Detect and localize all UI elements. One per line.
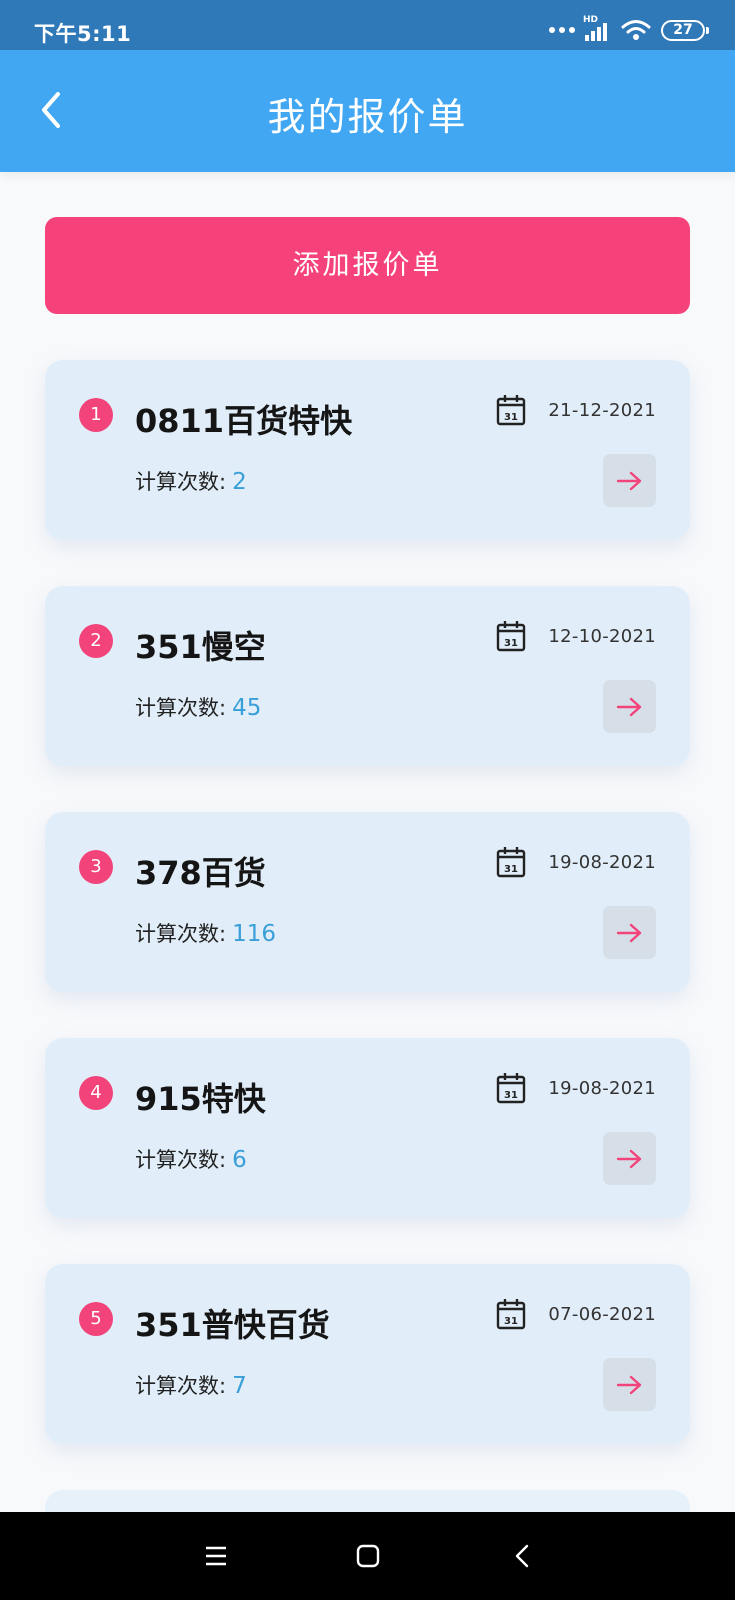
battery-icon: 27 (661, 19, 709, 41)
card-date: 21-12-2021 (548, 399, 656, 421)
svg-text:31: 31 (504, 1090, 518, 1101)
card-date: 12-10-2021 (548, 625, 656, 647)
card-title: 378百货 (135, 854, 266, 892)
home-square-icon[interactable] (352, 1540, 384, 1572)
card-date: 07-06-2021 (548, 1303, 656, 1325)
calendar-icon: 31 (497, 395, 526, 426)
calendar-icon: 31 (497, 847, 526, 878)
calc-count-label: 计算次数: (135, 696, 227, 720)
open-quote-button[interactable] (603, 1132, 656, 1185)
card-date-group: 31 21-12-2021 (496, 394, 656, 426)
back-triangle-icon[interactable] (507, 1540, 539, 1572)
quote-card[interactable]: 4 915特快 31 19-08-2021 计算次数: 6 (45, 1038, 690, 1218)
open-quote-button[interactable] (603, 906, 656, 959)
svg-text:31: 31 (504, 638, 518, 649)
screen: 下午5:11 HD 27 我的报价单 添加报价单 1 0811百货特快 31 2… (0, 0, 735, 1600)
svg-text:31: 31 (504, 412, 518, 423)
calc-count-label: 计算次数: (135, 922, 227, 946)
calendar-icon: 31 (497, 1073, 526, 1104)
status-bar: 下午5:11 HD 27 (0, 0, 735, 50)
calc-count-value: 2 (232, 469, 247, 495)
arrow-right-icon (616, 471, 641, 490)
calc-count-value: 6 (232, 1147, 247, 1173)
status-time: 下午5:11 (34, 22, 132, 46)
quote-card[interactable]: 3 378百货 31 19-08-2021 计算次数: 116 (45, 812, 690, 992)
calc-count-row: 计算次数: 45 (135, 692, 261, 722)
calc-count-value: 45 (232, 695, 262, 721)
quote-card[interactable]: 1 0811百货特快 31 21-12-2021 计算次数: 2 (45, 360, 690, 540)
card-date-group: 31 19-08-2021 (496, 1072, 656, 1104)
calc-count-row: 计算次数: 2 (135, 466, 247, 496)
card-date-group: 31 07-06-2021 (496, 1298, 656, 1330)
calc-count-label: 计算次数: (135, 1374, 227, 1398)
card-index-badge: 5 (79, 1302, 113, 1336)
calc-count-label: 计算次数: (135, 470, 227, 494)
card-title: 351普快百货 (135, 1306, 330, 1344)
page-title: 我的报价单 (267, 95, 468, 139)
card-title: 0811百货特快 (135, 402, 353, 440)
arrow-right-icon (616, 1375, 641, 1394)
system-nav-bar (0, 1512, 735, 1600)
svg-text:31: 31 (504, 864, 518, 875)
quote-card[interactable]: 2 351慢空 31 12-10-2021 计算次数: 45 (45, 586, 690, 766)
open-quote-button[interactable] (603, 1358, 656, 1411)
open-quote-button[interactable] (603, 680, 656, 733)
card-title: 351慢空 (135, 628, 266, 666)
calc-count-value: 7 (232, 1373, 247, 1399)
card-index-badge: 1 (79, 398, 113, 432)
svg-text:31: 31 (504, 1316, 518, 1327)
calendar-icon: 31 (497, 621, 526, 652)
card-title: 915特快 (135, 1080, 266, 1118)
card-index-badge: 4 (79, 1076, 113, 1110)
quote-card[interactable]: 5 351普快百货 31 07-06-2021 计算次数: 7 (45, 1264, 690, 1444)
add-quote-button[interactable]: 添加报价单 (45, 217, 690, 314)
wifi-icon (621, 20, 651, 40)
card-index-badge: 3 (79, 850, 113, 884)
card-date-group: 31 12-10-2021 (496, 620, 656, 652)
arrow-right-icon (616, 1149, 641, 1168)
arrow-right-icon (616, 697, 641, 716)
arrow-right-icon (616, 923, 641, 942)
calendar-icon: 31 (497, 1299, 526, 1330)
card-date: 19-08-2021 (548, 851, 656, 873)
calc-count-row: 计算次数: 6 (135, 1144, 247, 1174)
calc-count-row: 计算次数: 116 (135, 918, 276, 948)
app-header: 我的报价单 (0, 50, 735, 172)
status-icons: HD 27 (549, 15, 709, 41)
open-quote-button[interactable] (603, 454, 656, 507)
card-index-badge: 2 (79, 624, 113, 658)
calc-count-value: 116 (232, 921, 276, 947)
more-dots-icon (549, 27, 575, 33)
card-date-group: 31 19-08-2021 (496, 846, 656, 878)
calc-count-label: 计算次数: (135, 1148, 227, 1172)
signal-icon: HD (583, 15, 609, 41)
card-date: 19-08-2021 (548, 1077, 656, 1099)
calc-count-row: 计算次数: 7 (135, 1370, 247, 1400)
menu-icon[interactable] (200, 1540, 232, 1572)
